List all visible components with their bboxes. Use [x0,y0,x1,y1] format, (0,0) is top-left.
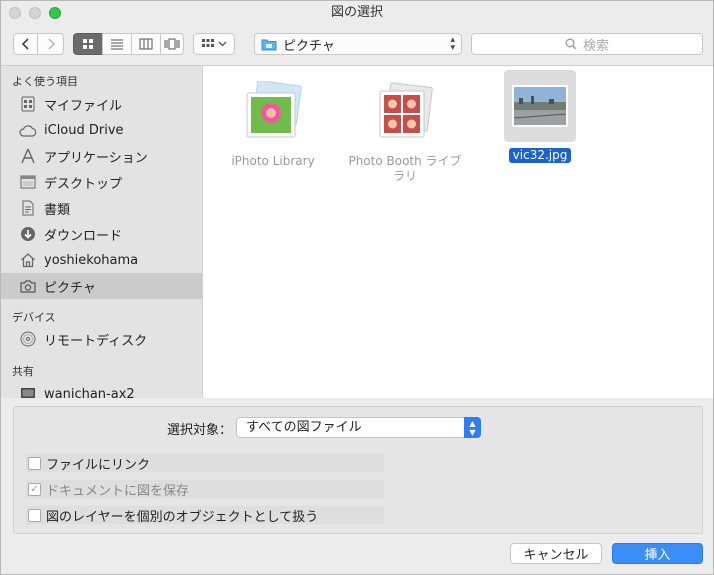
updown-arrows-icon: ▴ ▾ [450,35,455,53]
search-placeholder: 検索 [582,38,609,54]
arrange-grid-icon [202,39,214,47]
location-popup[interactable]: ピクチャ ▴ ▾ [254,33,462,55]
camera-icon [18,277,38,295]
sidebar-item-label: ピクチャ [44,280,96,296]
cover-flow-button[interactable] [160,33,184,55]
photo-booth-library-icon [369,76,441,148]
columns-icon [139,38,153,50]
location-label: ピクチャ [283,38,335,54]
chevron-left-icon [21,38,29,50]
save-with-document-option[interactable]: ✓ ドキュメントに図を保存 [26,480,384,499]
home-icon [18,251,38,269]
updown-arrows-icon: ▲ ▼ [464,417,481,438]
search-icon [565,38,577,50]
file-browser: iPhoto Library Photo Booth ライブラリ vic32.j… [203,65,713,398]
sidebar-item-downloads[interactable]: ダウンロード [1,221,202,247]
sidebar-item-label: iCloud Drive [44,122,124,138]
chevron-down-icon [218,41,227,47]
chevron-right-icon [47,38,55,50]
sidebar-item-wanichan-ax2[interactable]: wanichan-ax2 [1,381,202,398]
sidebar-item-label: wanichan-ax2 [44,386,135,399]
computer-icon [18,385,38,398]
insert-button[interactable]: 挿入 [612,543,703,564]
options-panel: 選択対象： すべての図ファイル ▲ ▼ ファイルにリンク ✓ ドキュメントに図を保… [13,406,703,534]
sidebar-item-remote-disc[interactable]: リモートディスク [1,326,202,352]
documents-icon [18,199,38,217]
sidebar-heading-favorites: よく使う項目 [12,75,78,88]
zoom-window-button[interactable] [49,7,61,19]
save-with-document-label: ドキュメントに図を保存 [46,483,190,499]
grid-icon [83,39,93,49]
sidebar-item-label: デスクトップ [44,176,123,192]
cloud-icon [18,121,38,139]
separate-layers-label: 図のレイヤーを個別のオブジェクトとして扱う [46,509,319,525]
desktop-icon [18,173,38,191]
separate-layers-checkbox[interactable] [28,508,41,522]
downloads-icon [18,225,38,243]
file-item-photo-booth-library[interactable]: Photo Booth ライブラリ [345,76,465,184]
file-item-vic32-jpg[interactable]: vic32.jpg [480,70,600,163]
iphoto-library-icon [237,76,309,148]
sidebar-item-icloud-drive[interactable]: iCloud Drive [1,117,202,143]
disc-icon [18,330,38,348]
file-picker-window: 図の選択 ピクチャ ▴ ▾ 検索 よく使う項目 マイファイル iCloud Dr… [0,0,714,575]
sidebar-item-label: アプリケーション [44,150,148,166]
sidebar-item-label: リモートディスク [44,333,148,349]
file-name: Photo Booth ライブラリ [348,154,462,183]
list-icon [111,39,123,50]
column-view-button[interactable] [131,33,161,55]
separate-layers-option[interactable]: 図のレイヤーを個別のオブジェクトとして扱う [26,506,384,525]
sidebar: よく使う項目 マイファイル iCloud Drive アプリケーション デスクト… [1,65,203,398]
search-field[interactable]: 検索 [471,33,703,55]
sidebar-item-home[interactable]: yoshiekohama [1,247,202,273]
sidebar-item-label: マイファイル [44,98,123,114]
forward-button[interactable] [37,33,64,55]
window-title: 図の選択 [330,5,383,20]
image-thumbnail [504,70,576,142]
close-window-button[interactable] [9,7,21,19]
sidebar-item-documents[interactable]: 書類 [1,195,202,221]
minimize-window-button[interactable] [29,7,41,19]
save-with-document-checkbox[interactable]: ✓ [28,482,41,496]
file-name: vic32.jpg [508,148,572,163]
list-view-button[interactable] [102,33,132,55]
sidebar-item-label: 書類 [44,202,71,218]
toolbar: ピクチャ ▴ ▾ 検索 [1,25,713,65]
file-type-select[interactable]: すべての図ファイル ▲ ▼ [236,417,481,438]
cancel-button[interactable]: キャンセル [510,543,602,564]
link-to-file-option[interactable]: ファイルにリンク [26,454,384,473]
file-type-value: すべての図ファイル [246,420,362,435]
sidebar-heading-shared: 共有 [12,365,34,378]
all-my-files-icon [18,95,38,113]
link-to-file-checkbox[interactable] [28,456,41,470]
file-item-iphoto-library[interactable]: iPhoto Library [213,76,333,169]
filter-label: 選択対象： [167,423,233,438]
sidebar-heading-devices: デバイス [12,311,56,324]
sidebar-item-all-my-files[interactable]: マイファイル [1,91,202,117]
sidebar-item-applications[interactable]: アプリケーション [1,143,202,169]
arrange-button[interactable] [193,33,235,55]
pictures-folder-icon [261,39,277,50]
sidebar-item-label: ダウンロード [44,228,123,244]
sidebar-item-label: yoshiekohama [44,252,139,268]
sidebar-item-desktop[interactable]: デスクトップ [1,169,202,195]
icon-view-button[interactable] [73,33,103,55]
link-to-file-label: ファイルにリンク [46,457,151,473]
cover-flow-icon [164,38,180,50]
sidebar-item-pictures[interactable]: ピクチャ [1,273,202,299]
file-name: iPhoto Library [231,154,315,168]
applications-icon [18,147,38,165]
title-bar: 図の選択 [1,1,713,25]
back-button[interactable] [13,33,38,55]
